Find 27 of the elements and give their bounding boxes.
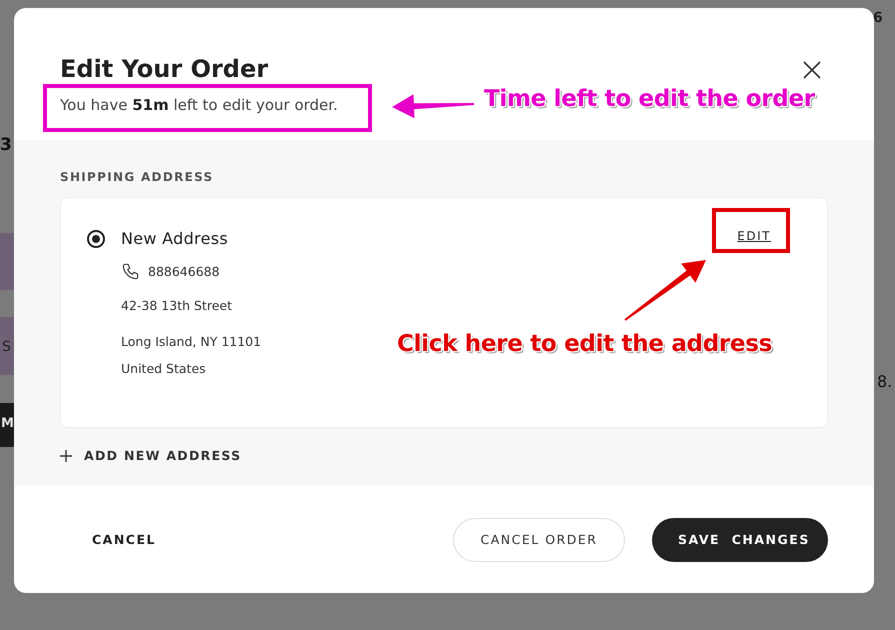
background-text: 3 [0, 135, 12, 155]
background-panel [0, 317, 14, 375]
close-icon[interactable] [802, 60, 822, 80]
background-text: 8. [877, 372, 892, 391]
phone-number: 888646688 [148, 264, 220, 280]
background-text: M [1, 416, 14, 431]
time-left-text: You have 51m left to edit your order. [60, 96, 338, 114]
section-label: SHIPPING ADDRESS [60, 169, 214, 185]
annotation-text: Time left to edit the order [484, 86, 815, 112]
annotation-text: Click here to edit the address [397, 331, 772, 357]
phone-icon [121, 262, 140, 281]
add-address-button[interactable]: ADD NEW ADDRESS [60, 448, 242, 463]
radio-button[interactable] [87, 230, 105, 248]
address-line: Long Island, NY 11101 [121, 334, 262, 350]
dialog-title: Edit Your Order [60, 54, 268, 84]
edit-link[interactable]: EDIT [737, 229, 771, 243]
background-text: S [2, 339, 11, 355]
background-text: 6 [873, 10, 883, 26]
cancel-order-button[interactable]: CANCEL ORDER [453, 518, 625, 562]
address-line: 42-38 13th Street [121, 298, 232, 314]
cancel-button[interactable]: CANCEL [60, 518, 188, 562]
address-name: New Address [121, 228, 228, 250]
address-line: United States [121, 361, 206, 377]
save-changes-button[interactable]: SAVE CHANGES [652, 518, 828, 562]
background-panel [0, 403, 14, 447]
background-panel [0, 233, 14, 290]
plus-icon [60, 450, 72, 462]
